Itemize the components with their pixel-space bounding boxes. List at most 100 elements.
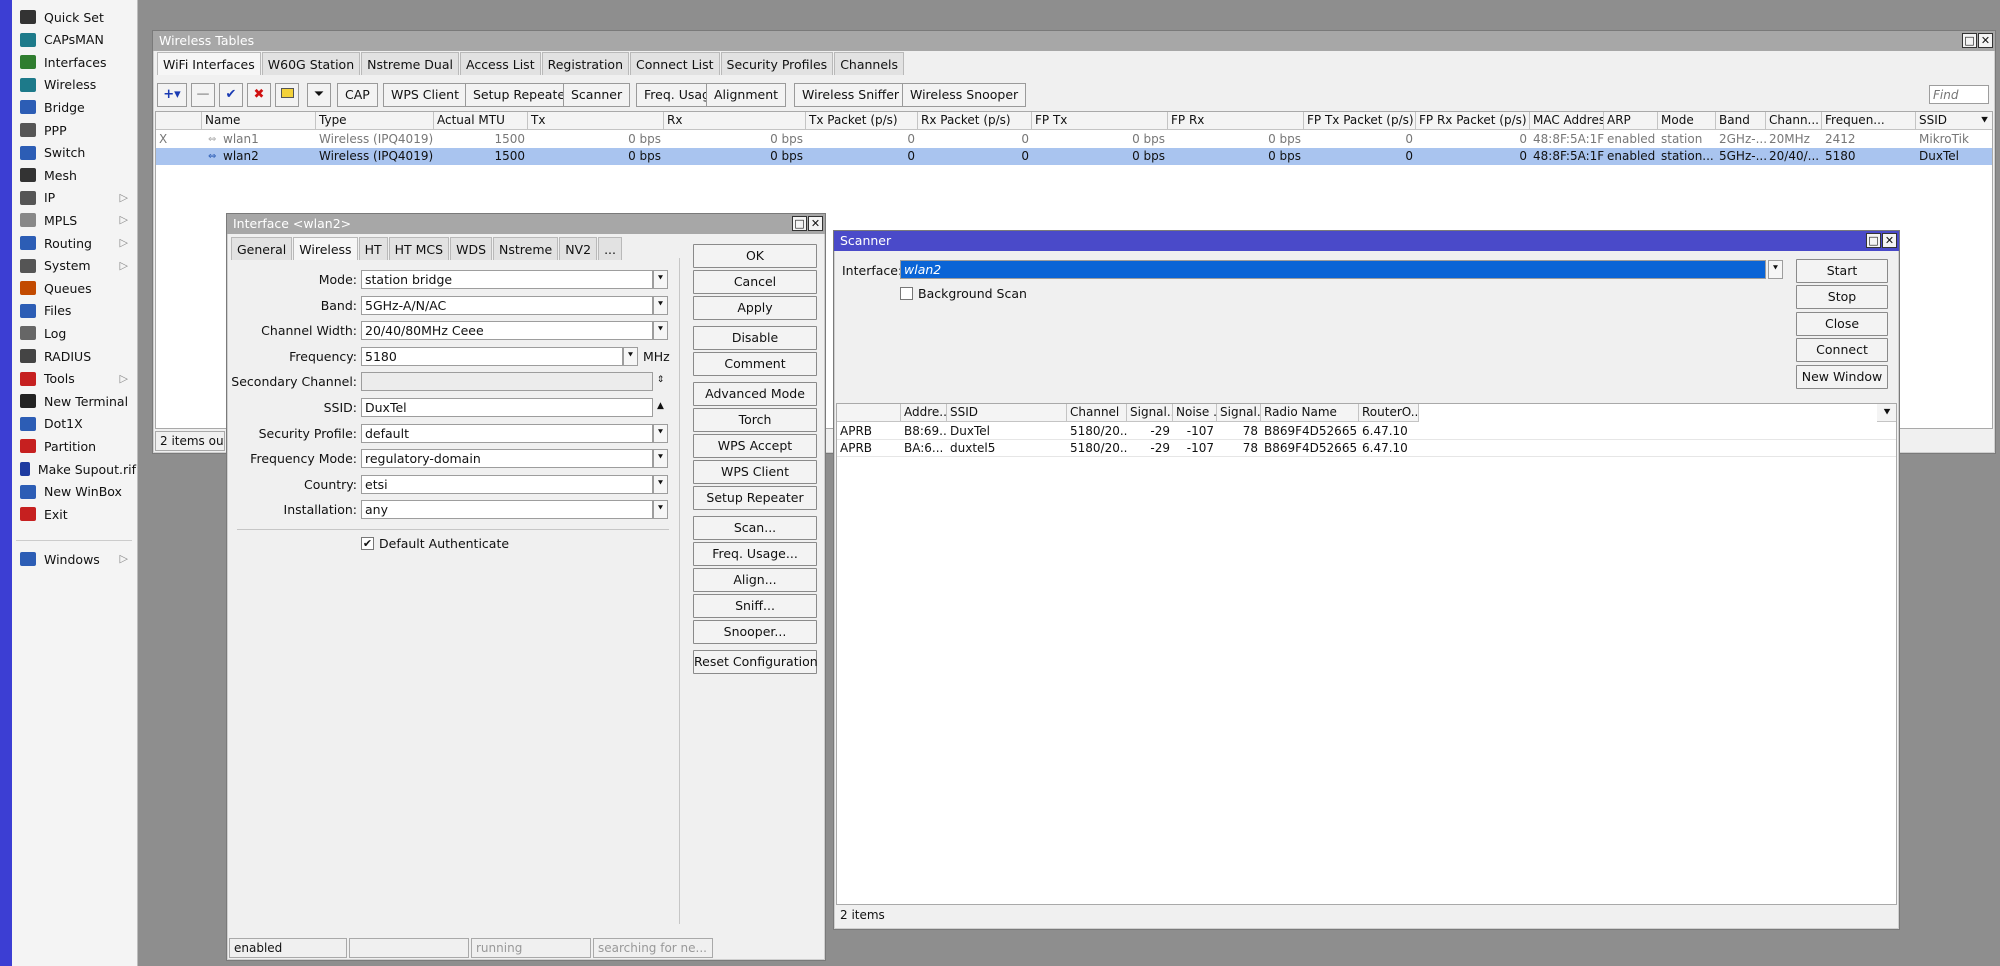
menu-item-mpls[interactable]: MPLS ▷ bbox=[14, 209, 136, 231]
tab-w60g-station[interactable]: W60G Station bbox=[261, 52, 361, 75]
scanner-button[interactable]: Scanner bbox=[563, 83, 631, 107]
close-button[interactable]: ✕ bbox=[1978, 33, 1993, 48]
frequency-mode-field[interactable]: regulatory-domain bbox=[361, 449, 653, 469]
setup-repeater-button[interactable]: Setup Repeater bbox=[693, 486, 817, 510]
menu-item-windows[interactable]: Windows ▷ bbox=[14, 548, 136, 570]
remove-button[interactable]: — bbox=[191, 83, 215, 107]
wireless-tables-titlebar[interactable]: Wireless Tables □ ✕ bbox=[153, 31, 1995, 51]
menu-item-interfaces[interactable]: Interfaces bbox=[14, 51, 136, 73]
dropdown-arrow-icon[interactable]: ⯆ bbox=[653, 321, 668, 341]
interface-titlebar[interactable]: Interface <wlan2> □ ✕ bbox=[227, 214, 825, 234]
apply-button[interactable]: Apply bbox=[693, 296, 817, 320]
close-button[interactable]: ✕ bbox=[808, 216, 823, 231]
column-header[interactable]: FP Rx Packet (p/s) bbox=[1416, 112, 1530, 130]
menu-item-make-supout-rif[interactable]: Make Supout.rif bbox=[14, 458, 136, 480]
column-header[interactable]: MAC Address bbox=[1530, 112, 1604, 130]
column-header[interactable]: Actual MTU bbox=[434, 112, 528, 130]
installation-field[interactable]: any bbox=[361, 500, 653, 520]
start-button[interactable]: Start bbox=[1796, 259, 1888, 283]
disable-button[interactable]: ✖ bbox=[247, 83, 271, 107]
tab-registration[interactable]: Registration bbox=[541, 52, 629, 75]
dropdown-arrow-icon[interactable]: ⯆ bbox=[653, 295, 668, 315]
comment-button[interactable]: Comment bbox=[693, 352, 817, 376]
menu-item-partition[interactable]: Partition bbox=[14, 435, 136, 457]
column-header[interactable]: RouterO... bbox=[1359, 404, 1419, 422]
dropdown-arrow-icon[interactable]: ⯆ bbox=[1768, 260, 1783, 279]
tab-ht-mcs[interactable]: HT MCS bbox=[388, 237, 450, 260]
menu-item-radius[interactable]: RADIUS bbox=[14, 345, 136, 367]
add-button[interactable]: +▾ bbox=[157, 83, 187, 107]
column-header[interactable]: Band bbox=[1716, 112, 1766, 130]
menu-item-files[interactable]: Files bbox=[14, 300, 136, 322]
connect-button[interactable]: Connect bbox=[1796, 338, 1888, 363]
dropdown-arrow-icon[interactable]: ⯆ bbox=[653, 474, 668, 494]
menu-item-new-winbox[interactable]: New WinBox bbox=[14, 481, 136, 503]
column-header[interactable]: Chann... bbox=[1766, 112, 1822, 130]
channel-width-field[interactable]: 20/40/80MHz Ceee bbox=[361, 321, 653, 341]
enable-button[interactable]: ✔ bbox=[219, 83, 243, 107]
align-button[interactable]: Align... bbox=[693, 568, 817, 592]
alignment-button[interactable]: Alignment bbox=[706, 83, 787, 107]
updown-arrow-icon[interactable]: ⇕ bbox=[653, 372, 668, 391]
column-header[interactable]: FP Tx bbox=[1032, 112, 1168, 130]
chevron-up-icon[interactable]: ▲ bbox=[653, 398, 668, 417]
column-header[interactable]: Channel bbox=[1067, 404, 1127, 422]
table-row[interactable]: X ⇔ wlan1 Wireless (IPQ4019) 1500 0 bps 0 bps 0… bbox=[156, 131, 1992, 148]
menu-item-ppp[interactable]: PPP bbox=[14, 119, 136, 141]
advanced-mode-button[interactable]: Advanced Mode bbox=[693, 382, 817, 406]
tab-wireless[interactable]: Wireless bbox=[293, 237, 358, 260]
column-header[interactable]: Noise ... bbox=[1173, 404, 1217, 422]
tab-security-profiles[interactable]: Security Profiles bbox=[720, 52, 834, 75]
wireless-snooper-button[interactable]: Wireless Snooper bbox=[902, 83, 1027, 107]
maximize-button[interactable]: □ bbox=[1962, 33, 1977, 48]
disable-button[interactable]: Disable bbox=[693, 326, 817, 350]
table-row[interactable]: ⇔ wlan2 Wireless (IPQ4019) 1500 0 bps 0 bps 0 0… bbox=[156, 148, 1992, 165]
reset-configuration-button[interactable]: Reset Configuration bbox=[693, 650, 818, 674]
torch-button[interactable]: Torch bbox=[693, 408, 817, 432]
tab-channels[interactable]: Channels bbox=[834, 52, 905, 75]
security-profile-field[interactable]: default bbox=[361, 423, 653, 443]
menu-item-switch[interactable]: Switch bbox=[14, 142, 136, 164]
cap-button[interactable]: CAP bbox=[337, 83, 378, 107]
wps-client-button[interactable]: WPS Client bbox=[383, 83, 467, 107]
menu-item-wireless[interactable]: Wireless bbox=[14, 74, 136, 96]
interface-select[interactable]: wlan2 bbox=[900, 260, 1766, 279]
tab-wds[interactable]: WDS bbox=[450, 237, 493, 260]
dropdown-arrow-icon[interactable]: ⯆ bbox=[653, 270, 668, 289]
comment-button[interactable] bbox=[275, 83, 299, 107]
table-row[interactable]: APRB BA:6... duxtel5 5180/20... -29 -107 78 B86… bbox=[837, 440, 1896, 457]
menu-item-dot1x[interactable]: Dot1X bbox=[14, 413, 136, 435]
tab-wifi-interfaces[interactable]: WiFi Interfaces bbox=[157, 52, 261, 75]
tab-general[interactable]: General bbox=[231, 237, 293, 260]
close-button[interactable]: Close bbox=[1796, 311, 1888, 336]
menu-item-capsman[interactable]: CAPsMAN bbox=[14, 29, 136, 51]
menu-item-routing[interactable]: Routing ▷ bbox=[14, 232, 136, 254]
sniff-button[interactable]: Sniff... bbox=[693, 594, 817, 618]
default-auth-checkbox[interactable]: ✔ Default Authenticate bbox=[361, 536, 509, 551]
menu-item-quick-set[interactable]: Quick Set bbox=[14, 6, 136, 28]
table-row[interactable]: APRB B8:69... DuxTel 5180/20... -29 -107 78 B86… bbox=[837, 423, 1896, 440]
mode-field[interactable]: station bridge bbox=[361, 270, 653, 289]
column-header[interactable] bbox=[837, 404, 901, 422]
new-window-button[interactable]: New Window bbox=[1796, 364, 1888, 389]
maximize-button[interactable]: □ bbox=[1866, 233, 1881, 248]
menu-item-bridge[interactable]: Bridge bbox=[14, 96, 136, 118]
tab-ht[interactable]: HT bbox=[358, 237, 388, 260]
menu-item-queues[interactable]: Queues bbox=[14, 277, 136, 299]
scanner-titlebar[interactable]: Scanner □ ✕ bbox=[834, 231, 1899, 251]
background-scan-checkbox[interactable]: Background Scan bbox=[900, 286, 1027, 301]
snooper-button[interactable]: Snooper... bbox=[693, 620, 817, 644]
column-header-flags[interactable] bbox=[156, 112, 202, 130]
menu-item-log[interactable]: Log bbox=[14, 322, 136, 344]
band-field[interactable]: 5GHz-A/N/AC bbox=[361, 295, 653, 315]
column-header[interactable]: Radio Name bbox=[1261, 404, 1359, 422]
column-header[interactable]: Mode bbox=[1658, 112, 1716, 130]
filter-button[interactable]: ⏷ bbox=[307, 83, 331, 107]
dropdown-arrow-icon[interactable]: ⯆ bbox=[623, 346, 638, 366]
menu-item-new-terminal[interactable]: New Terminal bbox=[14, 390, 136, 412]
tab-connect-list[interactable]: Connect List bbox=[630, 52, 720, 75]
tab-nstreme[interactable]: Nstreme bbox=[493, 237, 559, 260]
menu-item-mesh[interactable]: Mesh bbox=[14, 164, 136, 186]
tab-access-list[interactable]: Access List bbox=[459, 52, 541, 75]
wireless-sniffer-button[interactable]: Wireless Sniffer bbox=[794, 83, 908, 107]
